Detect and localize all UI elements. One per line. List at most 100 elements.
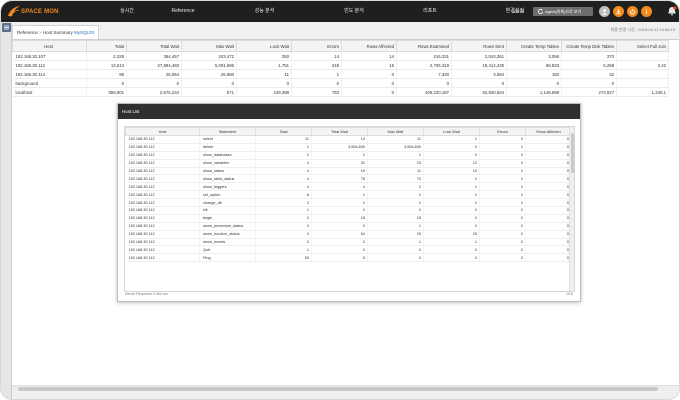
main-table-row[interactable]: 192.168.30.107 2,328 364,457 243,472 250 14 14… [12,51,669,61]
popup-table-row[interactable]: 192.168.30.112 change_db 3 0 0 0 0 0 [125,198,572,208]
logo[interactable]: SPACE MON [5,4,75,19]
agent-list-button[interactable]: Agent(목록)으로 보기 [533,7,593,16]
main-col-header[interactable]: Create Temp Tables [506,40,562,52]
popup-table-row[interactable]: 192.168.30.112 show_triggers 4 4 2 1 0 0 [125,182,572,192]
power-button[interactable] [627,6,638,17]
popup-table-cell: begin [199,214,256,223]
popup-table-cell: 192.168.30.112 [125,206,200,215]
main-table-cell: 250 [236,51,292,61]
popup-table-cell: 192.168.30.112 [125,151,200,160]
popup-table-cell: 0 [479,222,526,231]
popup-table-cell: 0 [479,206,526,215]
scrollbar-thumb[interactable] [18,387,658,391]
main-col-header[interactable]: Errors [291,40,342,52]
popup-col-header[interactable]: Errors [479,127,526,136]
nav-realtime[interactable]: 실시간 [104,1,150,22]
profile-button[interactable] [599,6,610,17]
breadcrumb-instance-link[interactable]: MySQL03 [74,30,94,35]
main-col-header[interactable]: Host [12,40,87,52]
main-table-cell: 14 [341,51,397,61]
main-table-cell: 7,320 [396,69,452,79]
nav-performance[interactable]: 성능 분석 [216,1,313,22]
popup-col-header[interactable]: Total Wait [311,127,368,136]
agent-list-button-label: Agent(목록)으로 보기 [545,9,582,14]
main-table-cell: 3,056 [506,51,562,61]
popup-table-cell: 0 [525,151,572,160]
app-window: SPACE MON 실시간 Reference 성능 분석 빈도 분석 리포트 … [0,0,680,400]
popup-table-cell: 0 [479,245,526,255]
popup-table-row[interactable]: 192.168.30.112 show_table_status 4 78 70 0 0 0 [125,174,572,184]
main-col-header[interactable]: Rows Affected [341,40,397,52]
main-table-row[interactable]: background 0 0 0 0 0 0 0 0 0 0 [12,78,669,88]
popup-table-cell: 192.168.30.112 [125,222,200,231]
main-col-header[interactable]: Select Full Join [616,40,669,52]
popup-table-cell: 11 [255,135,312,144]
popup-table-cell: 8 [311,253,368,263]
main-table-cell: 0 [236,78,292,88]
popup-table-cell: 0 [525,135,572,144]
popup-table-cell: 192.168.30.112 [125,230,200,239]
popup-table-row[interactable]: 192.168.30.112 show_databases 2 2 1 0 0 0 [125,151,572,160]
popup-col-header[interactable]: Max Wait [367,127,424,136]
main-table-cell: 1,149,598 [506,87,562,97]
bell-icon[interactable] [667,6,677,16]
popup-table-cell: 31 [311,159,368,168]
main-table-cell: 68,833 [506,60,562,70]
popup-col-header[interactable]: Host [125,127,200,136]
main-table-cell: 559,901 [86,87,127,97]
download-button[interactable] [613,6,624,17]
popup-table-row[interactable]: 192.168.30.112 select 11 14 11 1 0 0 [125,135,572,144]
popup-col-header[interactable]: Rows Affected [525,127,572,136]
popup-table-cell: 0 [423,190,480,200]
main-col-header[interactable]: Total Wait [126,40,182,52]
nav-report[interactable]: 리포트 [395,1,465,22]
horizontal-scrollbar[interactable] [12,385,679,391]
main-col-header[interactable]: Create Temp Disk Tables [561,40,617,52]
popup-table-cell: 0 [367,206,424,215]
main-table-cell: 15 [341,60,397,70]
popup-table-cell: show_status [199,167,256,176]
popup-col-header[interactable]: Lock Wait [423,127,480,136]
main-table-cell: 0 [341,87,397,97]
nav-frequency[interactable]: 빈도 분석 [313,1,395,22]
popup-scrollbar-thumb[interactable] [571,133,574,173]
main-col-header[interactable]: Rows Sent [451,40,507,52]
popup-col-header[interactable]: Statement [199,127,256,136]
popup-table-row[interactable]: 192.168.30.112 show_procedure_status 4 9 1 0 0… [125,222,572,231]
popup-table-cell: 4 [311,182,368,192]
main-col-header[interactable]: Lock Wait [236,40,292,52]
popup-table-row[interactable]: 192.168.30.112 show_variables 4 31 23 12 0 0 [125,159,572,168]
main-col-header[interactable]: Rows Examined [396,40,452,52]
popup-table-cell: 11 [367,135,424,144]
popup-table-row[interactable]: 192.168.30.112 set_option 8 1 0 0 0 0 [125,190,572,200]
info-button[interactable] [641,6,652,17]
popup-table-row[interactable]: 192.168.30.112 kill 1 0 0 0 0 0 [125,206,572,215]
host-summary-table: Host Total Total Wait Max Wait Lock Wait Erro… [12,40,669,97]
main-table-cell: 192.168.30.107 [12,51,87,61]
popup-table-row[interactable]: 192.168.30.112 show_function_status 4 54 29 2… [125,230,572,239]
popup-table-cell: 0 [525,167,572,176]
popup-table-row[interactable]: 192.168.30.112 show_status 4 19 11 10 0 0 [125,167,572,176]
main-table-row[interactable]: localhost 559,901 2,675,234 571 249,388 753 0 4… [12,87,669,97]
popup-table-row[interactable]: 192.168.30.112 begin 2 18 15 0 0 0 [125,214,572,223]
popup-vertical-scrollbar[interactable] [569,127,574,291]
popup-col-header[interactable]: Total [255,127,312,136]
main-table-row[interactable]: 192.168.30.112 13,613 27,884,460 5,001,686 1… [12,60,669,70]
main-col-header[interactable]: Total [86,40,127,52]
popup-table-row[interactable]: 192.168.30.112 Quit 1 0 0 0 0 0 [125,245,572,255]
popup-table-cell: show_function_status [199,230,256,239]
popup-table-cell: 29 [367,230,424,239]
user-name[interactable]: admin [512,1,524,22]
breadcrumb[interactable]: Reference > Host Summary MySQL03 [12,25,99,39]
sidebar-toggle-button[interactable] [2,23,11,32]
main-col-header[interactable]: Max Wait [181,40,237,52]
main-table-row[interactable]: 192.168.30.114 99 26,064 25,980 11 1 0 7,320 3,6… [12,69,669,79]
main-table-cell: 11 [236,69,292,79]
popup-table-row[interactable]: 192.168.30.112 Ping 59 8 0 0 0 0 [125,253,572,263]
popup-table-row[interactable]: 192.168.30.112 show_events 2 2 1 1 0 0 [125,238,572,247]
popup-table-row[interactable]: 192.168.30.112 delete 1 3,554,839 3,554,839 0… [125,143,572,152]
nav-reference[interactable]: Reference [150,1,216,22]
popup-table-cell: 25 [423,230,480,239]
main-table-cell: 0 [396,78,452,88]
popup-table-cell: 0 [423,245,480,255]
